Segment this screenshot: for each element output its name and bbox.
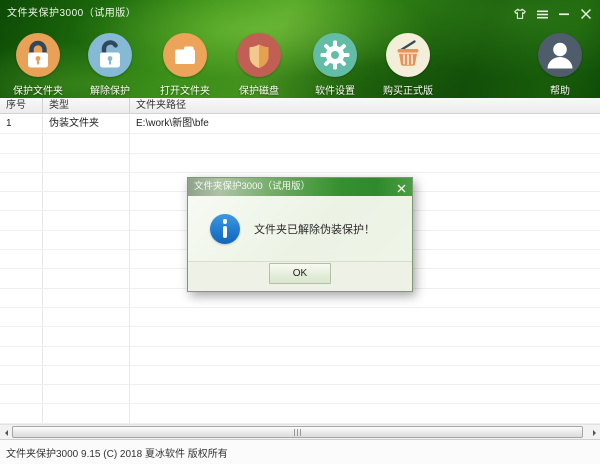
toolbar-button-open-folder[interactable]: 打开文件夹	[147, 33, 223, 97]
cell-type	[43, 192, 130, 211]
cell-type	[43, 172, 130, 192]
lock-closed-icon	[16, 33, 60, 77]
column-header-type[interactable]: 类型	[43, 98, 130, 113]
toolbar-label: 解除保护	[90, 86, 130, 97]
gear-icon	[313, 33, 357, 77]
cell-index: 1	[0, 115, 43, 134]
skin-shirt-icon[interactable]	[512, 6, 528, 22]
toolbar-button-protect-folder[interactable]: 保护文件夹	[0, 33, 76, 97]
user-icon	[538, 33, 582, 77]
toolbar-button-settings[interactable]: 软件设置	[297, 33, 373, 97]
table-row	[0, 134, 600, 154]
table-header: 序号 类型 文件夹路径	[0, 98, 600, 114]
cell-path	[130, 154, 600, 172]
toolbar-button-protect-disk[interactable]: 保护磁盘	[221, 33, 297, 97]
cell-index	[0, 153, 43, 172]
toolbar-button-buy-full-version[interactable]: 购买正式版	[370, 33, 446, 97]
cell-type	[43, 134, 130, 153]
dialog-title: 文件夹保护3000（试用版）	[194, 181, 311, 192]
window-controls	[512, 0, 594, 28]
close-icon[interactable]	[578, 6, 594, 22]
table-row	[0, 346, 600, 366]
scrollbar-thumb[interactable]	[12, 426, 583, 438]
cell-type	[43, 230, 130, 250]
info-icon	[210, 214, 240, 244]
cell-path	[130, 134, 600, 152]
cell-index	[0, 346, 43, 365]
cell-index	[0, 365, 43, 385]
cell-path	[130, 385, 600, 403]
table-row	[0, 153, 600, 173]
cell-type	[43, 250, 130, 269]
cell-type	[43, 211, 130, 230]
cell-path	[130, 404, 600, 422]
cell-index	[0, 327, 43, 346]
shield-icon	[237, 33, 281, 77]
cell-path	[130, 327, 600, 345]
cell-type	[43, 365, 130, 385]
cell-index	[0, 230, 43, 250]
message-dialog: 文件夹保护3000（试用版） 文件夹已解除伪装保护！ OK	[187, 177, 413, 292]
toolbar-button-remove-protection[interactable]: 解除保护	[72, 33, 148, 97]
window-title: 文件夹保护3000（试用版）	[7, 8, 137, 19]
basket-icon	[386, 33, 430, 77]
scroll-right-arrow-icon[interactable]	[588, 425, 600, 440]
toolbar-label: 打开文件夹	[160, 86, 210, 97]
cell-index	[0, 288, 43, 307]
cell-type	[43, 385, 130, 404]
toolbar-button-help[interactable]: 帮助	[522, 33, 598, 97]
toolbar-label: 保护磁盘	[239, 86, 279, 97]
toolbar-label: 保护文件夹	[13, 86, 63, 97]
status-text: 文件夹保护3000 9.15 (C) 2018 夏冰软件 版权所有	[6, 449, 228, 460]
table-row[interactable]: 1 伪装文件夹 E:\work\新图\bfe	[0, 115, 600, 135]
cell-index	[0, 211, 43, 230]
status-bar: 文件夹保护3000 9.15 (C) 2018 夏冰软件 版权所有	[0, 439, 600, 464]
dialog-title-bar: 文件夹保护3000（试用版）	[188, 178, 412, 196]
dialog-message: 文件夹已解除伪装保护！	[254, 224, 375, 236]
app-window: 文件夹保护3000（试用版） 保护文件夹 解除保护 打开文件夹 保护磁盘 软件设…	[0, 0, 600, 464]
folder-icon	[163, 33, 207, 77]
dialog-close-icon[interactable]	[395, 182, 407, 194]
table-row	[0, 365, 600, 386]
column-header-index[interactable]: 序号	[0, 98, 43, 113]
lock-open-icon	[88, 33, 132, 77]
toolbar-label: 软件设置	[315, 86, 355, 97]
table-row	[0, 385, 600, 405]
horizontal-scrollbar[interactable]	[0, 424, 600, 440]
table-row	[0, 327, 600, 347]
window-header: 文件夹保护3000（试用版） 保护文件夹 解除保护 打开文件夹 保护磁盘 软件设…	[0, 0, 600, 98]
cell-path	[130, 308, 600, 326]
table-row	[0, 307, 600, 328]
title-bar: 文件夹保护3000（试用版）	[0, 0, 600, 28]
cell-type	[43, 404, 130, 423]
table-row	[0, 404, 600, 424]
cell-type	[43, 346, 130, 365]
cell-type	[43, 288, 130, 307]
cell-path: E:\work\新图\bfe	[136, 118, 209, 129]
cell-type	[43, 307, 130, 327]
scrollbar-grip	[296, 428, 299, 436]
cell-type	[43, 269, 130, 288]
cell-path	[130, 347, 600, 365]
cell-index	[0, 134, 43, 153]
toolbar-label: 帮助	[550, 86, 570, 97]
cell-index	[0, 385, 43, 404]
cell-index	[0, 172, 43, 192]
cell-index	[0, 404, 43, 423]
cell-index	[0, 192, 43, 211]
cell-index	[0, 307, 43, 327]
cell-type	[43, 327, 130, 346]
scroll-left-arrow-icon[interactable]	[0, 425, 12, 440]
column-header-path[interactable]: 文件夹路径	[130, 98, 600, 113]
menu-icon[interactable]	[534, 6, 550, 22]
ok-button[interactable]: OK	[269, 263, 331, 284]
dialog-body: 文件夹已解除伪装保护！	[188, 196, 412, 263]
cell-type: 伪装文件夹	[43, 115, 130, 134]
cell-index	[0, 250, 43, 269]
minimize-icon[interactable]	[556, 6, 572, 22]
cell-path	[130, 366, 600, 384]
cell-index	[0, 269, 43, 288]
cell-type	[43, 153, 130, 172]
toolbar-label: 购买正式版	[383, 86, 433, 97]
